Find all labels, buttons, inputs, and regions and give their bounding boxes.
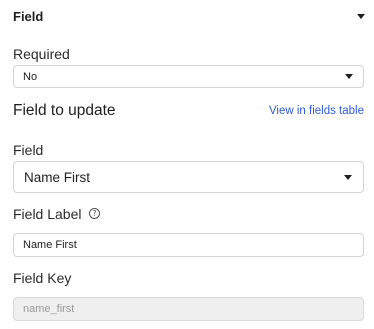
field-select-value: Name First xyxy=(24,169,91,185)
required-select[interactable]: No xyxy=(13,65,364,88)
field-key-input: name_first xyxy=(13,297,364,321)
question-circle-icon[interactable]: ? xyxy=(89,208,100,219)
field-label-label: Field Label xyxy=(13,206,82,222)
field-select[interactable]: Name First xyxy=(13,161,364,193)
field-key-label: Field Key xyxy=(13,270,72,286)
field-label-input[interactable]: Name First xyxy=(13,233,364,257)
view-in-fields-table-link[interactable]: View in fields table xyxy=(269,105,364,117)
chevron-down-icon xyxy=(344,174,352,180)
chevron-down-icon xyxy=(345,74,353,79)
required-label: Required xyxy=(13,46,70,62)
field-settings-panel: Field Required No Field to update View i… xyxy=(0,0,374,329)
field-section-header[interactable]: Field xyxy=(13,5,365,27)
caret-down-icon[interactable] xyxy=(357,13,365,19)
field-to-update-heading: Field to update xyxy=(13,102,116,119)
required-select-value: No xyxy=(23,70,38,83)
field-label: Field xyxy=(13,142,44,158)
section-title: Field xyxy=(13,8,44,24)
